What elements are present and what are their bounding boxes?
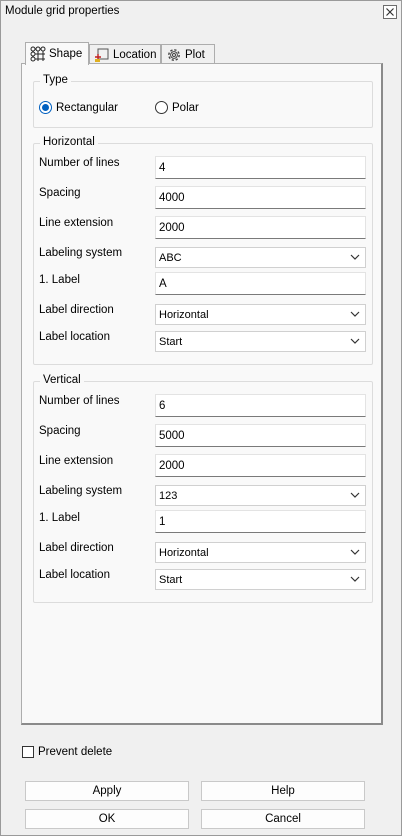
v-spacing-input[interactable]: 5000 (155, 424, 366, 447)
v-line-extension-label: Line extension (39, 455, 114, 467)
h-number-of-lines-label: Number of lines (39, 157, 120, 169)
v-label-location-value: Start (159, 573, 183, 586)
title-bar: Module grid properties (1, 1, 401, 23)
type-group-title: Type (40, 74, 71, 86)
tab-plot-label: Plot (185, 48, 205, 61)
h-labeling-system-label: Labeling system (39, 247, 123, 259)
h-spacing-input[interactable]: 4000 (155, 186, 366, 209)
v-label-direction-label: Label direction (39, 542, 114, 554)
radio-polar-label: Polar (172, 101, 199, 114)
type-group: Type Rectangular Polar (33, 74, 373, 128)
chevron-down-icon (350, 311, 360, 317)
v-number-of-lines-input[interactable]: 6 (155, 394, 366, 417)
radio-rectangular[interactable]: Rectangular (39, 101, 118, 114)
h-labeling-system-select[interactable]: ABC (155, 247, 366, 268)
radio-polar[interactable]: Polar (155, 101, 199, 114)
h-labeling-system-value: ABC (159, 251, 182, 264)
close-button[interactable] (383, 5, 397, 19)
v-label-direction-value: Horizontal (159, 546, 209, 559)
dialog-window: Module grid properties Shape Location Pl… (0, 0, 402, 836)
help-button[interactable]: Help (201, 781, 365, 801)
chevron-down-icon (350, 576, 360, 582)
horizontal-group-title: Horizontal (40, 136, 98, 148)
tab-shape[interactable]: Shape (25, 42, 89, 65)
h-first-label-label: 1. Label (39, 274, 80, 286)
chevron-down-icon (350, 254, 360, 260)
prevent-delete-checkbox[interactable] (22, 746, 34, 758)
tab-location[interactable]: Location (89, 44, 161, 64)
h-spacing-label: Spacing (39, 187, 81, 199)
tab-plot[interactable]: Plot (161, 44, 215, 64)
window-title: Module grid properties (5, 5, 120, 17)
chevron-down-icon (350, 492, 360, 498)
gear-icon (166, 47, 182, 63)
v-labeling-system-select[interactable]: 123 (155, 485, 366, 506)
ok-button[interactable]: OK (25, 809, 189, 829)
h-label-direction-value: Horizontal (159, 308, 209, 321)
location-icon (94, 47, 110, 63)
h-label-location-value: Start (159, 335, 183, 348)
prevent-delete-label: Prevent delete (38, 746, 113, 758)
h-number-of-lines-input[interactable]: 4 (155, 156, 366, 179)
v-spacing-label: Spacing (39, 425, 81, 437)
grid-icon (30, 46, 46, 62)
shape-tab-panel: Type Rectangular Polar Horizontal Number… (21, 63, 383, 725)
v-line-extension-input[interactable]: 2000 (155, 454, 366, 477)
cancel-button[interactable]: Cancel (201, 809, 365, 829)
h-label-direction-select[interactable]: Horizontal (155, 304, 366, 325)
v-first-label-label: 1. Label (39, 512, 80, 524)
chevron-down-icon (350, 338, 360, 344)
chevron-down-icon (350, 549, 360, 555)
radio-rectangular-label: Rectangular (56, 101, 119, 114)
prevent-delete-checkbox-row[interactable]: Prevent delete (22, 746, 112, 758)
v-label-direction-select[interactable]: Horizontal (155, 542, 366, 563)
tab-shape-label: Shape (49, 48, 83, 60)
v-labeling-system-value: 123 (159, 489, 178, 502)
v-number-of-lines-label: Number of lines (39, 395, 120, 407)
h-line-extension-input[interactable]: 2000 (155, 216, 366, 239)
v-labeling-system-label: Labeling system (39, 485, 123, 497)
close-icon (386, 8, 394, 16)
v-label-location-label: Label location (39, 569, 110, 581)
h-line-extension-label: Line extension (39, 217, 114, 229)
h-label-location-select[interactable]: Start (155, 331, 366, 352)
radio-button[interactable] (39, 101, 52, 114)
apply-button[interactable]: Apply (25, 781, 189, 801)
vertical-group-title: Vertical (40, 374, 84, 386)
tab-location-label: Location (113, 48, 157, 61)
h-first-label-input[interactable]: A (155, 272, 366, 295)
radio-button[interactable] (155, 101, 168, 114)
v-first-label-input[interactable]: 1 (155, 510, 366, 533)
h-label-direction-label: Label direction (39, 304, 114, 316)
radio-dot (42, 104, 49, 111)
h-label-location-label: Label location (39, 331, 110, 343)
v-label-location-select[interactable]: Start (155, 569, 366, 590)
